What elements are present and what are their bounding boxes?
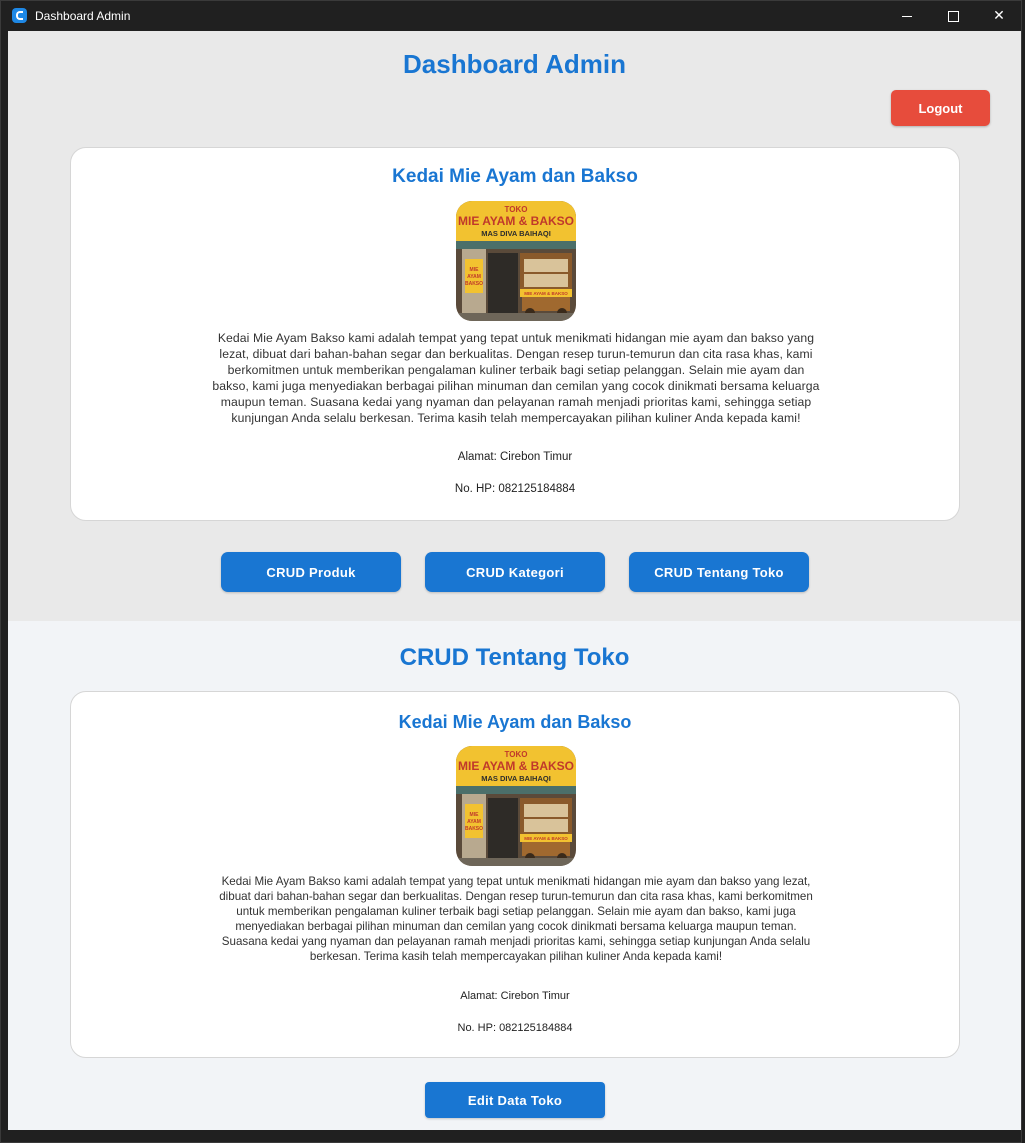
svg-text:MAS DIVA BAIHAQI: MAS DIVA BAIHAQI bbox=[481, 229, 551, 238]
page-title: Dashboard Admin bbox=[403, 49, 626, 79]
crud-kategori-button[interactable]: CRUD Kategori bbox=[425, 552, 605, 592]
svg-text:MIE: MIE bbox=[470, 812, 480, 818]
store-phone: No. HP: 082125184884 bbox=[457, 1022, 573, 1034]
store-phone: No. HP: 082125184884 bbox=[454, 483, 576, 495]
minimize-icon bbox=[902, 15, 912, 17]
store-address: Alamat: Cirebon Timur bbox=[457, 451, 573, 463]
svg-text:AYAM: AYAM bbox=[467, 274, 481, 280]
close-button[interactable]: ✕ bbox=[976, 1, 1022, 31]
svg-text:MIE AYAM & BAKSO: MIE AYAM & BAKSO bbox=[524, 836, 568, 841]
title-bar[interactable]: Dashboard Admin ✕ bbox=[1, 1, 1021, 31]
svg-text:BAKSO: BAKSO bbox=[465, 826, 483, 832]
logout-button[interactable]: Logout bbox=[891, 90, 990, 126]
store-info-card: Kedai Mie Ayam dan Bakso TOKO MIE AYAM &… bbox=[70, 147, 960, 521]
store-description: Kedai Mie Ayam Bakso kami adalah tempat … bbox=[219, 875, 813, 963]
app-logo-icon bbox=[12, 8, 27, 23]
app-window: Dashboard Admin ✕ Dashboard Admin Logout… bbox=[0, 0, 1022, 1143]
svg-text:BAKSO: BAKSO bbox=[465, 281, 483, 287]
store-image: TOKO MIE AYAM & BAKSO MAS DIVA BAIHAQI M… bbox=[456, 201, 576, 321]
dashboard-content: Dashboard Admin Logout Kedai Mie Ayam da… bbox=[8, 31, 1021, 1130]
crud-section-title: CRUD Tentang Toko bbox=[399, 644, 630, 671]
svg-text:MIE AYAM & BAKSO: MIE AYAM & BAKSO bbox=[458, 214, 574, 228]
svg-text:MIE: MIE bbox=[470, 267, 480, 273]
svg-text:MAS DIVA BAIHAQI: MAS DIVA BAIHAQI bbox=[481, 774, 551, 783]
minimize-button[interactable] bbox=[884, 1, 930, 31]
crud-produk-button[interactable]: CRUD Produk bbox=[221, 552, 401, 592]
svg-text:MIE AYAM & BAKSO: MIE AYAM & BAKSO bbox=[458, 759, 574, 773]
store-description: Kedai Mie Ayam Bakso kami adalah tempat … bbox=[212, 331, 820, 425]
store-name: Kedai Mie Ayam dan Bakso bbox=[392, 166, 638, 187]
window-title: Dashboard Admin bbox=[35, 9, 131, 23]
svg-text:TOKO: TOKO bbox=[505, 205, 528, 214]
svg-text:MIE AYAM & BAKSO: MIE AYAM & BAKSO bbox=[524, 291, 568, 296]
close-icon: ✕ bbox=[993, 8, 1005, 24]
store-image: TOKO MIE AYAM & BAKSO MAS DIVA BAIHAQI M… bbox=[456, 746, 576, 866]
edit-store-button[interactable]: Edit Data Toko bbox=[425, 1082, 605, 1118]
crud-tentang-toko-button[interactable]: CRUD Tentang Toko bbox=[629, 552, 809, 592]
svg-text:AYAM: AYAM bbox=[467, 819, 481, 825]
store-preview-card: Kedai Mie Ayam dan Bakso TOKO MIE AYAM &… bbox=[70, 691, 960, 1058]
store-name: Kedai Mie Ayam dan Bakso bbox=[398, 712, 632, 732]
store-address: Alamat: Cirebon Timur bbox=[460, 990, 570, 1002]
maximize-icon bbox=[947, 10, 959, 22]
maximize-button[interactable] bbox=[930, 1, 976, 31]
svg-text:TOKO: TOKO bbox=[505, 750, 528, 759]
